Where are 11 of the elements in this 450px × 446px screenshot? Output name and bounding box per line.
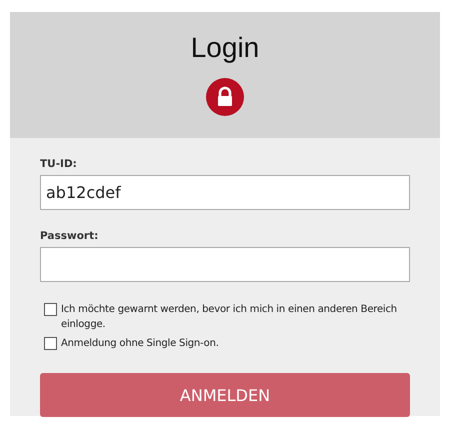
password-field[interactable] [40,247,410,282]
field-label: TU-ID: [40,158,77,170]
input-field[interactable]: ab12cdef [40,175,410,210]
login-title: Login [190,32,260,64]
checkbox[interactable] [44,303,57,316]
checkbox-label: Ich möchte gewarnt werden, bevor ich mich in einen anderen Bereich einlogge. [61,303,398,332]
field-label: Passwort: [40,230,98,242]
padlock-icon [206,78,244,116]
checkbox[interactable] [44,337,57,350]
checkbox-label: Anmeldung ohne Single Sign-on. [61,337,220,351]
login-button[interactable]: ANMELDEN [40,373,410,417]
